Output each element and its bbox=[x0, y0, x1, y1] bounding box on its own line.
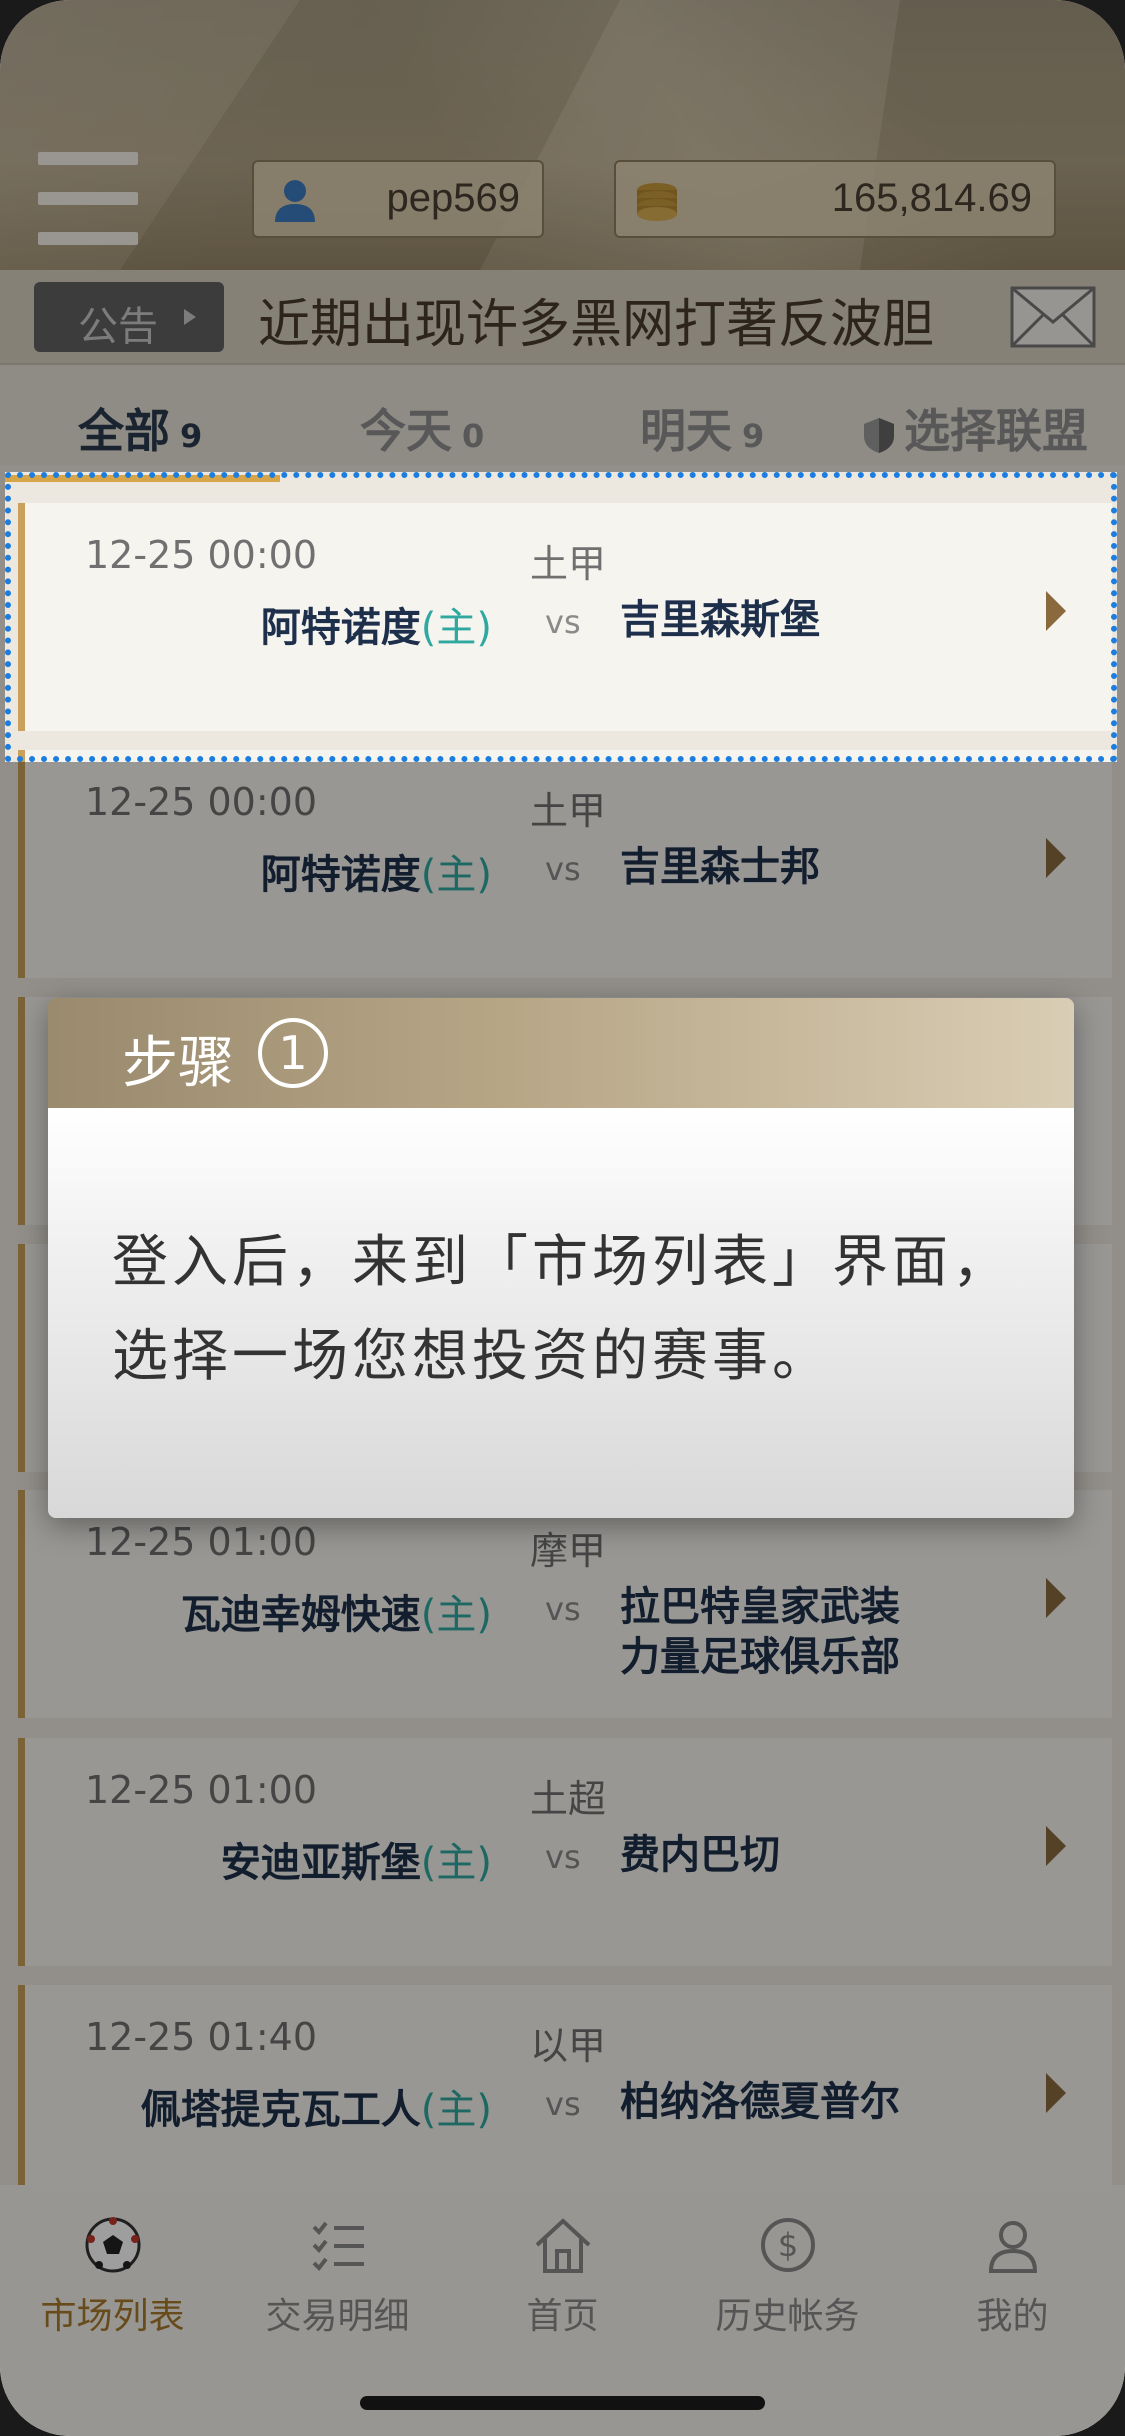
step-number-badge: 1 bbox=[258, 1018, 328, 1088]
step-instruction-line-2: 选择一场您想投资的赛事。 bbox=[112, 1324, 832, 1389]
app-screen: pep569 165,814.69 公告 近期出现许多黑网打著反波胆 全部 9 … bbox=[0, 0, 1125, 2436]
highlight-box bbox=[5, 472, 1117, 762]
dim-overlay bbox=[0, 0, 1125, 472]
step-instruction: 登入后，来到「市场列表」界面， 选择一场您想投资的赛事。 bbox=[112, 1216, 1032, 1404]
step-body: 登入后，来到「市场列表」界面， 选择一场您想投资的赛事。 bbox=[48, 1108, 1074, 1518]
step-instruction-line-1: 登入后，来到「市场列表」界面， bbox=[112, 1230, 1012, 1295]
step-tutorial-card: 步骤 1 登入后，来到「市场列表」界面， 选择一场您想投资的赛事。 bbox=[48, 998, 1074, 1518]
home-indicator bbox=[360, 2396, 765, 2410]
dim-overlay bbox=[1117, 472, 1125, 762]
step-header: 步骤 1 bbox=[48, 998, 1074, 1108]
step-title: 步骤 bbox=[122, 1031, 234, 1096]
